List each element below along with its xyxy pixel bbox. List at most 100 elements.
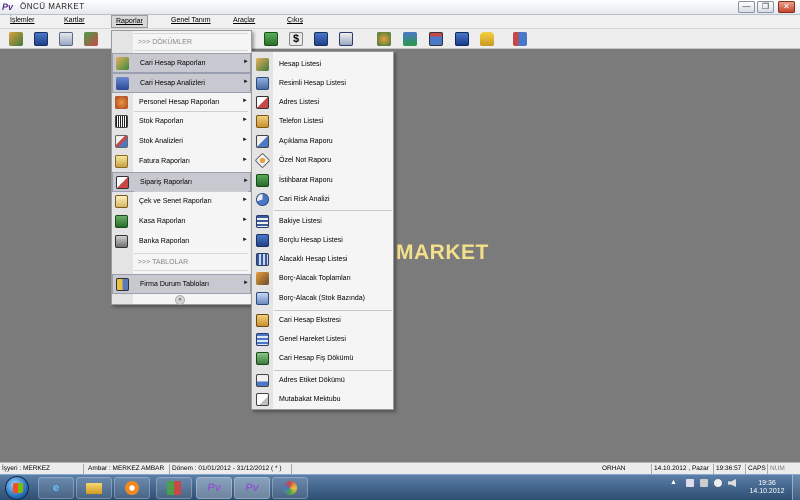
menu-item-label: Fatura Raporları: [139, 158, 190, 165]
menu-cikis[interactable]: Çıkış: [287, 17, 303, 24]
submenu-item-borc-alacak-toplamlari[interactable]: Borç-Alacak Toplamları: [252, 269, 393, 288]
menu-item-siparis-raporlari[interactable]: Sipariş Raporları ►: [112, 172, 251, 192]
restore-button[interactable]: ❐: [757, 1, 774, 13]
person-list-icon: [256, 58, 269, 71]
oncu-market-task-2[interactable]: Pv: [234, 477, 270, 499]
list-icon-2[interactable]: [339, 32, 353, 46]
cash-register-icon[interactable]: [264, 32, 278, 46]
submenu-item-label: Borç-Alacak (Stok Bazında): [279, 295, 365, 302]
menu-islemler[interactable]: İşlemler: [10, 17, 35, 24]
file-explorer-icon[interactable]: [76, 477, 112, 499]
submenu-item-alacakli-hesap-listesi[interactable]: Alacaklı Hesap Listesi: [252, 250, 393, 269]
device-icon[interactable]: [700, 479, 708, 487]
media-player-icon[interactable]: [114, 477, 150, 499]
menu-item-banka-raporlari[interactable]: Banka Raporları ►: [112, 232, 251, 252]
submenu-arrow-icon: ►: [243, 59, 249, 65]
menu-item-personel-hesap-raporlari[interactable]: Personel Hesap Raporları ►: [112, 93, 251, 113]
submenu-item-mutabakat-mektubu[interactable]: Mutabakat Mektubu: [252, 390, 393, 409]
lock-icon[interactable]: [480, 32, 494, 46]
submenu-item-label: Borçlu Hesap Listesi: [279, 237, 343, 244]
submenu-item-label: İstihbarat Raporu: [279, 177, 333, 184]
order-icon: [116, 176, 129, 189]
menu-item-cari-hesap-raporlari[interactable]: Cari Hesap Raporları ►: [112, 53, 251, 73]
volume-icon[interactable]: [728, 479, 736, 487]
transfer-icon[interactable]: [84, 32, 98, 46]
submenu-item-ozel-not-raporu[interactable]: Özel Not Raporu: [252, 151, 393, 170]
menu-item-label: Personel Hesap Raporları: [139, 99, 220, 106]
window-icon[interactable]: [429, 32, 443, 46]
submenu-item-istihbarat-raporu[interactable]: İstihbarat Raporu: [252, 171, 393, 190]
window-title: ÖNCÜ MARKET: [20, 2, 85, 11]
cari-hesap-raporlari-submenu: Hesap Listesi Resimli Hesap Listesi Adre…: [251, 51, 394, 410]
menu-kartlar[interactable]: Kartlar: [64, 17, 85, 24]
submenu-item-borc-alacak-stok-bazinda[interactable]: Borç-Alacak (Stok Bazında): [252, 289, 393, 308]
expand-more-icon[interactable]: »: [175, 295, 185, 305]
close-button[interactable]: ✕: [778, 1, 795, 13]
status-warehouse: Ambar : MERKEZ AMBAR: [86, 464, 170, 474]
document-icon[interactable]: [59, 32, 73, 46]
calculator-icon[interactable]: [455, 32, 469, 46]
menu-item-stok-analizleri[interactable]: Stok Analizleri ►: [112, 132, 251, 152]
menu-araclar[interactable]: Araçlar: [233, 17, 255, 24]
paint-icon[interactable]: [272, 477, 308, 499]
letter-icon: [256, 393, 269, 406]
system-clock[interactable]: 19:36 14.10.2012: [744, 480, 790, 496]
submenu-arrow-icon: ►: [242, 217, 248, 223]
cheque-icon: [115, 195, 128, 208]
submenu-item-resimli-hesap-listesi[interactable]: Resimli Hesap Listesi: [252, 74, 393, 93]
menu-genel-tanim[interactable]: Genel Tanım: [171, 17, 211, 24]
chart-icon: [115, 135, 128, 148]
exit-icon[interactable]: [513, 32, 527, 46]
tree-icon[interactable]: [403, 32, 417, 46]
status-caps: CAPS: [746, 464, 768, 474]
start-button[interactable]: [5, 476, 29, 500]
book-icon[interactable]: [314, 32, 328, 46]
submenu-item-aciklama-raporu[interactable]: Açıklama Raporu: [252, 132, 393, 151]
submenu-arrow-icon: ►: [242, 98, 248, 104]
submenu-item-cari-risk-analizi[interactable]: Cari Risk Analizi: [252, 190, 393, 209]
submenu-item-telefon-listesi[interactable]: Telefon Listesi: [252, 112, 393, 131]
menu-item-cari-hesap-analizleri[interactable]: Cari Hesap Analizleri ►: [112, 73, 251, 93]
windows-logo-icon: [13, 483, 23, 493]
tray-expand-icon[interactable]: ▲: [670, 479, 678, 487]
dollar-icon[interactable]: $: [289, 32, 303, 46]
menu-item-stok-raporlari[interactable]: Stok Raporları ►: [112, 112, 251, 132]
credit-icon: [256, 253, 269, 266]
menu-item-firma-durum-tablolari[interactable]: Firma Durum Tabloları ►: [112, 274, 251, 294]
users-icon[interactable]: [377, 32, 391, 46]
minimize-button[interactable]: —: [738, 1, 755, 13]
picture-list-icon: [256, 77, 269, 90]
app-grid-icon[interactable]: [156, 477, 192, 499]
menu-item-kasa-raporlari[interactable]: Kasa Raporları ►: [112, 212, 251, 232]
submenu-item-adres-etiket-dokumu[interactable]: Adres Etiket Dökümü: [252, 371, 393, 390]
submenu-item-cari-hesap-fis-dokumu[interactable]: Cari Hesap Fiş Dökümü: [252, 349, 393, 368]
analysis-icon: [116, 77, 129, 90]
internet-explorer-icon[interactable]: e: [38, 477, 74, 499]
network-icon[interactable]: [714, 479, 722, 487]
submenu-item-label: Adres Etiket Dökümü: [279, 377, 345, 384]
submenu-arrow-icon: ►: [242, 197, 248, 203]
menu-item-label: Kasa Raporları: [139, 218, 186, 225]
submenu-item-genel-hareket-listesi[interactable]: Genel Hareket Listesi: [252, 330, 393, 349]
list-icon[interactable]: [34, 32, 48, 46]
flag-icon[interactable]: [686, 479, 694, 487]
workspace-brand-text: MARKET: [396, 241, 489, 264]
submenu-arrow-icon: ►: [242, 117, 248, 123]
menu-item-label: Stok Raporları: [139, 118, 184, 125]
submenu-item-hesap-listesi[interactable]: Hesap Listesi: [252, 55, 393, 74]
submenu-item-bakiye-listesi[interactable]: Bakiye Listesi: [252, 212, 393, 231]
submenu-item-cari-hesap-ekstresi[interactable]: Cari Hesap Ekstresi: [252, 311, 393, 330]
oncu-market-task-1[interactable]: Pv: [196, 477, 232, 499]
submenu-item-adres-listesi[interactable]: Adres Listesi: [252, 93, 393, 112]
menu-raporlar[interactable]: Raporlar: [111, 15, 148, 28]
menu-item-cek-senet-raporlari[interactable]: Çek ve Senet Raporları ►: [112, 192, 251, 212]
user-card-icon[interactable]: [9, 32, 23, 46]
movement-icon: [256, 333, 269, 346]
submenu-item-borclu-hesap-listesi[interactable]: Borçlu Hesap Listesi: [252, 231, 393, 250]
clock-date: 14.10.2012: [749, 488, 785, 495]
submenu-arrow-icon: ►: [242, 157, 248, 163]
show-desktop-button[interactable]: [792, 475, 800, 500]
submenu-item-label: Adres Listesi: [279, 99, 320, 106]
status-bar: İşyeri : MERKEZ Ambar : MERKEZ AMBAR Dön…: [0, 462, 800, 474]
menu-item-fatura-raporlari[interactable]: Fatura Raporları ►: [112, 152, 251, 172]
